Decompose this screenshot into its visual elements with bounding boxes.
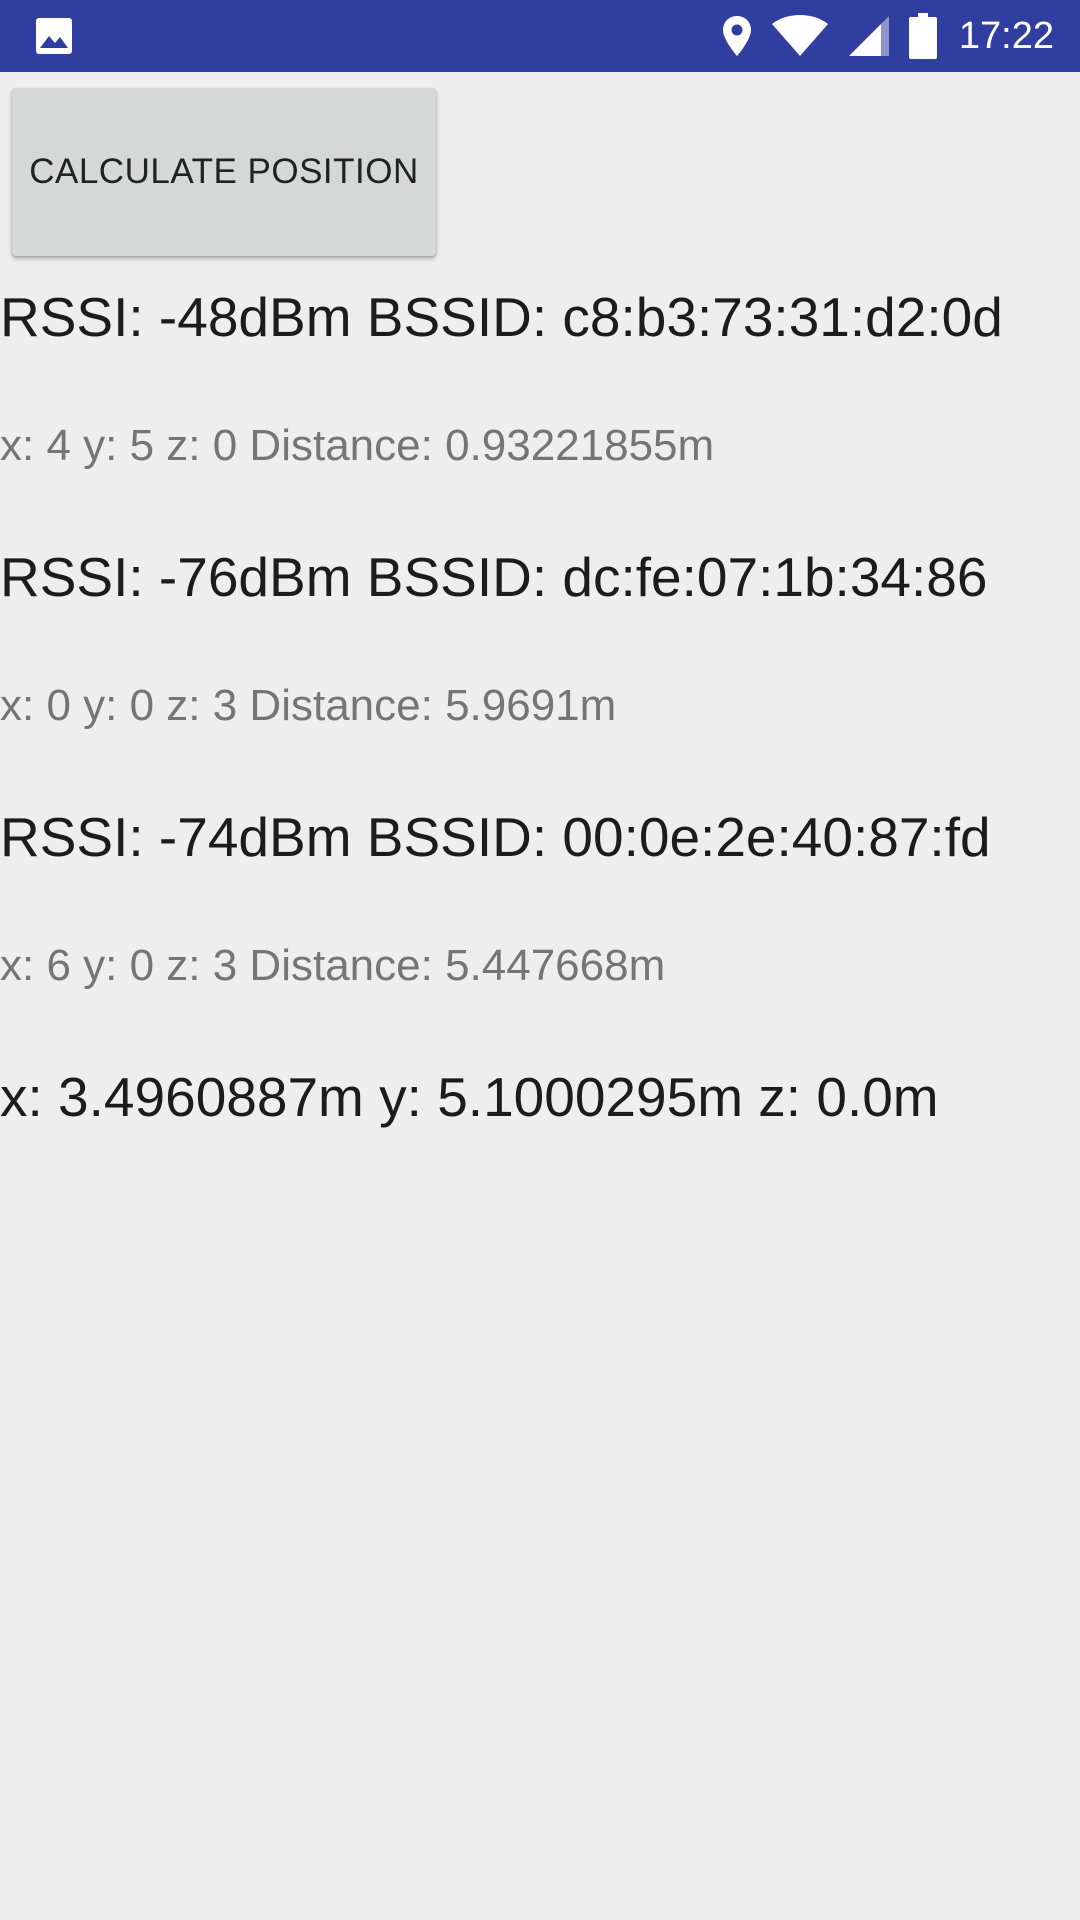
signal-icon [847, 14, 891, 58]
image-icon [34, 16, 74, 56]
calculate-position-button[interactable]: CALCULATE POSITION [12, 88, 436, 256]
status-icons: 17:22 [721, 0, 1080, 72]
calculated-position-result: x: 3.4960887m y: 5.1000295m z: 0.0m [0, 1066, 939, 1128]
ap-1-details: x: 4 y: 5 z: 0 Distance: 0.93221855m [0, 421, 715, 470]
ap-2-details: x: 0 y: 0 z: 3 Distance: 5.9691m [0, 681, 617, 730]
ap-3-rssi-bssid: RSSI: -74dBm BSSID: 00:0e:2e:40:87:fd [0, 806, 991, 868]
wifi-icon [771, 14, 829, 58]
status-bar: 17:22 [0, 0, 1080, 72]
ap-3-details: x: 6 y: 0 z: 3 Distance: 5.447668m [0, 941, 666, 990]
ap-2-rssi-bssid: RSSI: -76dBm BSSID: dc:fe:07:1b:34:86 [0, 546, 988, 608]
ap-1-rssi-bssid: RSSI: -48dBm BSSID: c8:b3:73:31:d2:0d [0, 286, 1003, 348]
status-time: 17:22 [958, 14, 1054, 57]
location-icon [721, 14, 753, 58]
battery-icon [908, 13, 937, 59]
